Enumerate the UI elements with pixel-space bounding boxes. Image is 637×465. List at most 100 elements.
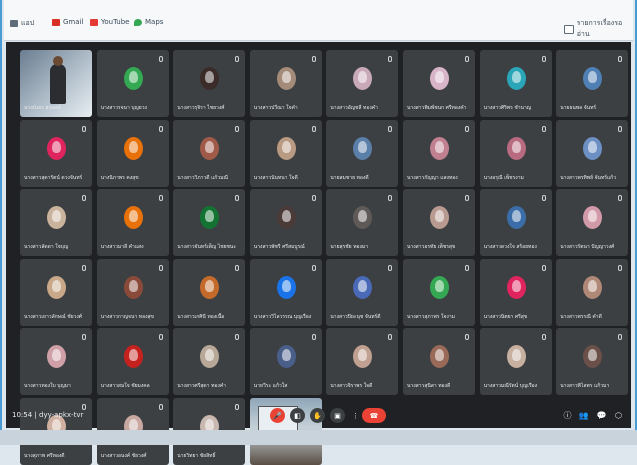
mic-button[interactable]: 🎤 [270,408,285,423]
chat-button[interactable]: 💬 [596,410,607,421]
participant-tile[interactable]: นางสาวนันทนา ใจดี [249,119,322,187]
participant-tile[interactable]: นางสาววิไลวรรณ บุญเรือง [249,258,322,326]
participant-tile[interactable]: นางสาวเยาวลักษณ์ ชัยวงศ์ [20,258,92,326]
participant-photo [353,67,373,90]
mic-muted-icon [235,195,240,201]
mic-muted-icon [465,125,469,132]
bookmark-maps[interactable]: Maps [134,18,163,26]
participant-tile[interactable]: นางสาวเกศินี ทองเนื้อ [173,258,246,326]
participant-tile[interactable]: นางสาวพิไลพร แก้วมา [556,328,629,395]
mic-muted-icon [541,125,546,132]
participant-tile[interactable]: นางนิภาพร คงสุข [96,119,169,187]
mic-muted-icon [618,195,623,201]
present-button[interactable]: ▣ [330,408,345,423]
mic-muted-icon [311,125,316,132]
people-icon: 👥 [578,411,589,420]
mic-muted-icon [388,334,393,340]
bookmark-apps[interactable]: แอป [10,18,34,29]
participant-tile[interactable]: นางสาวพิมพ์ชนก ศรีทองคำ [403,50,475,117]
bookmark-youtube[interactable]: YouTube [90,18,129,26]
participant-photo [47,206,66,229]
mic-muted-icon [158,125,163,132]
bookmark-label: Gmail [63,18,84,26]
more-options-button[interactable]: ⋮ [348,408,363,423]
participant-tile[interactable]: นางสาวสุภาพร ใจงาม [403,258,475,326]
participant-tile[interactable]: นางสาวรจนา บุญยวง [96,50,169,117]
mic-muted-icon [465,195,469,201]
participant-tile[interactable]: นายวีระ แก้วใส [249,328,322,395]
activities-icon: ⬡ [615,411,622,420]
participant-name: นางสาวพัชรี ศรีสมบูรณ์ [253,244,305,250]
participant-tile[interactable]: นางสาวกัญญา แสงทอง [403,119,475,187]
raise-hand-button[interactable]: ✋ [310,408,325,423]
participant-tile[interactable]: นางสาวลัดดา ใจบุญ [20,189,92,256]
participant-tile[interactable]: นางอรุณี เพ็ชรงาม [479,119,552,187]
participant-tile[interactable]: นางสาวดวงใจ สร้อยทอง [479,189,552,256]
participant-tile[interactable]: นางสาวสุนิสา ทองดี [403,328,475,395]
participant-tile[interactable]: นางสาวสมใจ ชัยมงคล [96,328,169,395]
participant-photo [200,136,220,160]
participant-name: นางสาวมาลี คำแสง [100,244,144,250]
camera-button[interactable]: ◧ [290,408,305,423]
end-call-icon: ☎ [369,411,379,420]
activities-button[interactable]: ⬡ [613,410,624,421]
participant-avatar [123,345,143,368]
people-button[interactable]: 👥 [578,410,589,421]
participant-tile[interactable]: นางสาวอัญชลี ทองคำ [326,50,399,117]
participant-tile[interactable]: นายธนพล จันทร์ [556,50,629,117]
participant-tile[interactable]: นางสาวศิริพร ชำนาญ [479,50,552,117]
participant-tile[interactable]: นางสาวพรทิพย์ จันทร์แก้ว [556,119,629,187]
participant-name: นางสาวพิมพ์ชนก ศรีทองคำ [407,105,467,111]
bookmark-gmail[interactable]: Gmail [52,18,83,26]
participant-photo [276,345,296,368]
bookmarks-bar: แอป Gmail YouTube Maps รายการเรื่องรออ่า… [4,0,633,41]
participant-name: นางสาวลัดดา ใจบุญ [24,244,69,250]
participant-tile[interactable]: นางสาวจิราพร ใจดี [326,328,399,395]
participant-tile[interactable]: นางสาวรัตนา ปัญญาวงศ์ [556,189,629,256]
participant-tile[interactable]: นางสาวกาญจนา ทองสุข [96,258,169,326]
participant-name: นางสาวอัญชลี ทองคำ [330,105,378,111]
participant-photo [200,67,220,90]
mic-muted-icon [388,125,393,132]
participant-tile[interactable]: นางสาวศรีสุดา ทองคำ [173,328,246,395]
participant-photo [123,275,143,299]
mic-muted-icon [541,264,546,271]
participant-tile[interactable]: นางสาวจันทร์เพ็ญ ไชยชนะ [173,189,246,256]
participant-tile[interactable]: นางสาวสุดารัตน์ ดวงจันทร์ [20,119,92,187]
participant-name: นางอรุณี เพ็ชรงาม [483,174,524,181]
info-button[interactable]: ⓘ [562,410,573,421]
participant-tile[interactable]: นางสาวพรรณี คำดี [556,258,629,326]
participant-tile[interactable]: นางสาวรุจิรา ไชยวงศ์ [173,50,246,117]
mic-muted-icon [311,264,316,271]
taskbar [0,430,637,445]
participant-tile[interactable]: นางสาวปวีณา ใจคำ [249,50,322,117]
participant-name: นางสาวรจนา บุญยวง [100,105,147,111]
participant-tile[interactable]: นางสาวนิตยา ศรีสุข [479,258,552,326]
participant-tile[interactable]: นายสมชาย ทองดี [326,119,399,187]
participant-tile[interactable]: นายสุรชัย ทองมา [326,189,399,256]
participant-tile[interactable]: นางบังอร สุขสงค์ [20,50,92,117]
participant-photo [430,206,449,229]
participant-photo [430,67,449,90]
present-screen-icon: ▣ [334,411,341,420]
participant-name: นางสาวจันทร์เพ็ญ ไชยชนะ [177,244,237,250]
participant-tile[interactable]: นางสาวทองใบ บุญมา [20,328,92,395]
participant-tile[interactable]: นางสาววิภาวดี แก้วมณี [173,119,246,187]
meeting-time-code: 10:54 | dyy-apkx-tvr [12,411,84,419]
mic-off-icon: 🎤 [273,411,282,420]
participant-tile[interactable]: นางสาวมณีรัตน์ บุญเรือง [479,328,552,395]
mic-muted-icon [388,264,393,271]
participant-tile[interactable]: นางสาวมาลี คำแสง [96,189,169,256]
reading-list[interactable]: รายการเรื่องรออ่าน [564,18,633,40]
participant-tile[interactable]: นางสาวปิยะนุช จันทร์ดี [326,258,399,326]
participant-tile[interactable]: นางสาวอรทัย เพ็ชรสุข [403,189,475,256]
end-call-button[interactable]: ☎ [362,408,386,423]
participant-name: นางสาวเกศินี ทองเนื้อ [177,313,225,320]
participant-avatar [506,275,526,299]
participant-name: นางสาวมณีรัตน์ บุญเรือง [483,383,538,389]
participant-avatar [276,275,296,299]
participant-tile[interactable]: นางสาวพัชรี ศรีสมบูรณ์ [249,189,322,256]
mic-muted-icon [388,56,393,62]
participant-photo [276,67,296,90]
apps-grid-icon [10,20,18,27]
